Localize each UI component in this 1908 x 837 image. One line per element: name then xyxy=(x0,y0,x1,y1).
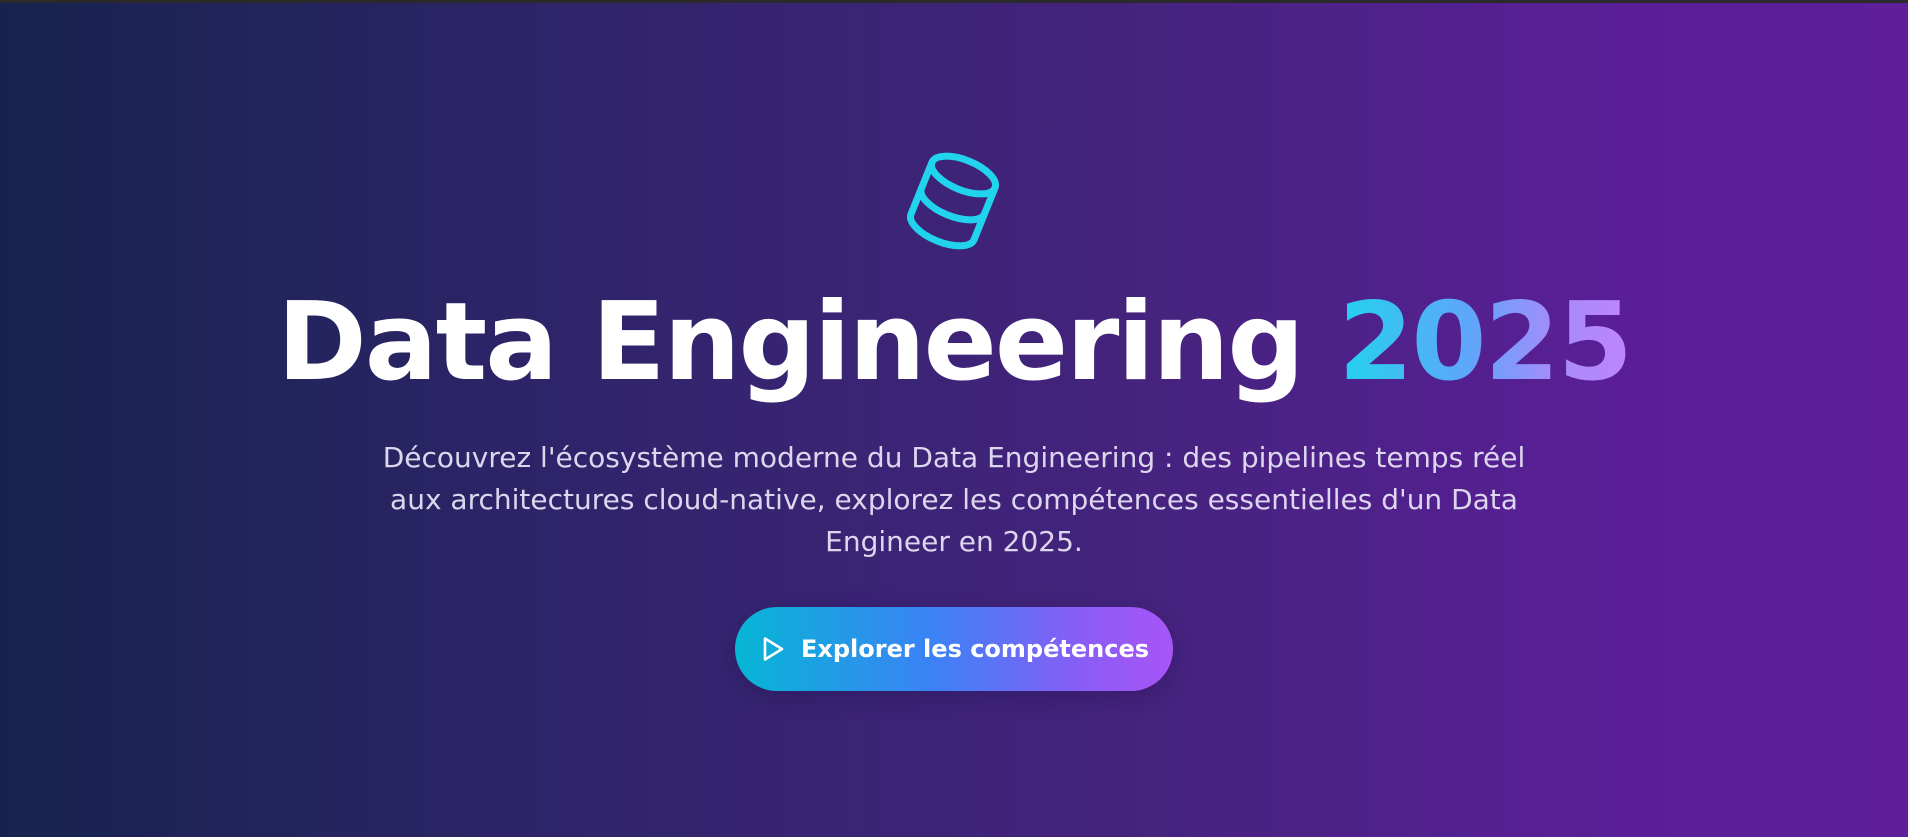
play-icon xyxy=(763,637,784,661)
hero-section: Data Engineering 2025 Découvrez l'écosys… xyxy=(0,3,1908,837)
explore-skills-button[interactable]: Explorer les compétences xyxy=(735,607,1173,691)
hero-subtitle: Découvrez l'écosystème moderne du Data E… xyxy=(382,441,1526,558)
explore-skills-label: Explorer les compétences xyxy=(800,635,1150,663)
title-year: 2025 xyxy=(1338,280,1633,405)
title-main: Data Engineering xyxy=(277,280,1339,405)
page-title: Data Engineering 2025 xyxy=(0,283,1908,403)
database-icon xyxy=(895,143,1011,259)
